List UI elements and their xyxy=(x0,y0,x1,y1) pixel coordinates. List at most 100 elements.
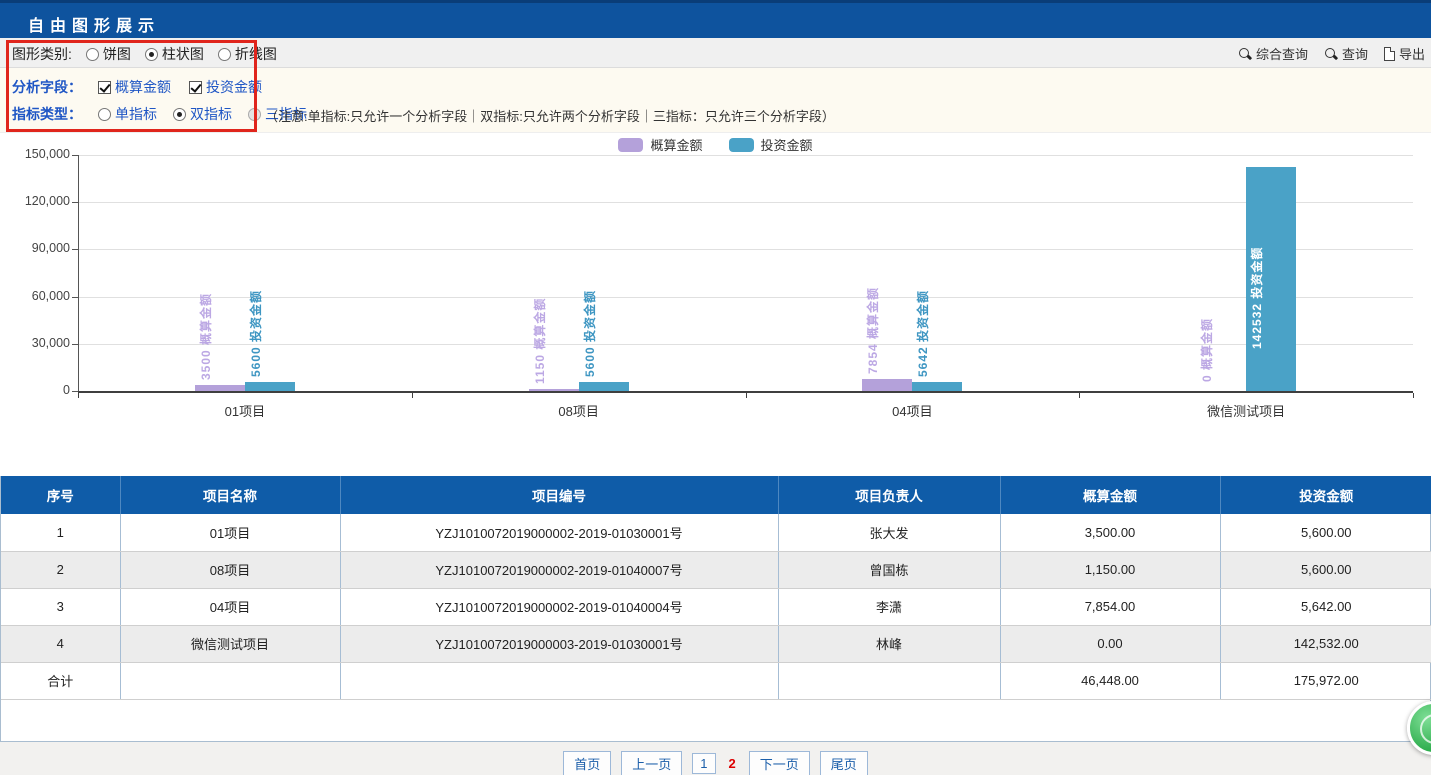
table-cell: 3,500.00 xyxy=(1000,514,1220,551)
column-header-序号: 序号 xyxy=(1,476,120,514)
radio-icon xyxy=(86,48,99,61)
footer-bar: 首页上一页12下一页尾页 xyxy=(0,742,1431,775)
indicator-type-radio-双指标[interactable]: 双指标 xyxy=(173,104,232,124)
y-axis-label: 120,000 xyxy=(0,194,70,208)
chart-gridline xyxy=(78,249,1413,250)
chart-type-radio-饼图[interactable]: 饼图 xyxy=(86,44,131,64)
bar-value-label: 0 概算金额 xyxy=(1200,318,1214,382)
toolbar-actions: 综合查询 查询 导出 xyxy=(1238,44,1425,63)
action-综合查询[interactable]: 综合查询 xyxy=(1238,44,1308,63)
total-cell xyxy=(120,662,340,699)
pagination-首页[interactable]: 首页 xyxy=(563,751,611,775)
bar-value-label: 1150 概算金额 xyxy=(533,298,547,384)
indicator-type-row: 指标类型： 单指标双指标三指标 xyxy=(12,104,307,124)
table-cell: 4 xyxy=(1,625,120,662)
search-icon xyxy=(1238,47,1252,61)
table-cell: 张大发 xyxy=(778,514,1000,551)
total-cell xyxy=(340,662,778,699)
table-cell: YZJ1010072019000002-2019-01040007号 xyxy=(340,551,778,588)
app-window: 自由图形展示 图形类别: 饼图柱状图折线图 综合查询查询导出 分析字段： 概算金… xyxy=(0,0,1431,775)
chart-type-label: 图形类别: xyxy=(12,44,72,64)
table-cell: 5,600.00 xyxy=(1220,551,1431,588)
action-label: 综合查询 xyxy=(1256,44,1308,63)
y-axis-label: 60,000 xyxy=(0,289,70,303)
action-查询[interactable]: 查询 xyxy=(1324,44,1368,63)
analysis-field-checkboxes: 概算金额 投资金额 xyxy=(98,77,262,97)
table-cell: 7,854.00 xyxy=(1000,588,1220,625)
table-cell: YZJ1010072019000002-2019-01040004号 xyxy=(340,588,778,625)
table-cell: 142,532.00 xyxy=(1220,625,1431,662)
total-cell xyxy=(778,662,1000,699)
analysis-field-checkbox-概算金额[interactable]: 概算金额 xyxy=(98,77,171,97)
options-panel: 分析字段： 概算金额投资金额 指标类型： 单指标双指标三指标 （注意:单指标:只… xyxy=(0,68,1431,133)
checkbox-icon xyxy=(189,81,202,94)
table-cell: 04项目 xyxy=(120,588,340,625)
y-axis-label: 30,000 xyxy=(0,336,70,350)
x-axis-tick xyxy=(1079,393,1080,398)
chart-bar-概算金额 xyxy=(529,389,579,391)
pagination-尾页[interactable]: 尾页 xyxy=(820,751,868,775)
bar-value-label: 142532 投资金额 xyxy=(1250,247,1264,349)
chart-gridline xyxy=(78,155,1413,156)
usage-note: （注意:单指标:只允许一个分析字段｜双指标:只允许两个分析字段｜三指标：只允许三… xyxy=(265,106,835,125)
page-header: 自由图形展示 xyxy=(0,0,1431,38)
bar-chart: 概算金额投资金额 030,00060,00090,000120,000150,0… xyxy=(0,133,1431,476)
toolbar: 图形类别: 饼图柱状图 折线图 综合查询 查询 导出 xyxy=(0,38,1431,68)
y-axis-line xyxy=(78,155,79,391)
indicator-type-radio-单指标[interactable]: 单指标 xyxy=(98,104,157,124)
column-header-项目负责人: 项目负责人 xyxy=(778,476,1000,514)
table-cell: 3 xyxy=(1,588,120,625)
action-label: 查询 xyxy=(1342,44,1368,63)
chart-type-group: 图形类别: 饼图柱状图 折线图 xyxy=(12,44,277,64)
bar-value-label: 3500 概算金额 xyxy=(199,293,213,380)
chart-bar-投资金额 xyxy=(245,382,295,391)
chart-type-radio-label: 饼图 xyxy=(103,44,131,64)
table-cell: YZJ1010072019000003-2019-01030001号 xyxy=(340,625,778,662)
radio-icon xyxy=(173,108,186,121)
bar-value-label: 5642 投资金额 xyxy=(916,290,930,377)
table-row: 304项目YZJ1010072019000002-2019-01040004号李… xyxy=(1,588,1431,625)
chart-bar-投资金额 xyxy=(912,382,962,391)
analysis-field-label: 概算金额 xyxy=(115,77,171,97)
y-axis-label: 150,000 xyxy=(0,147,70,161)
legend-swatch xyxy=(618,138,643,152)
table-cell: 曾国栋 xyxy=(778,551,1000,588)
chart-type-radios: 饼图柱状图 折线图 xyxy=(86,44,277,64)
pagination-下一页[interactable]: 下一页 xyxy=(749,751,810,775)
table-cell: 2 xyxy=(1,551,120,588)
legend-item-概算金额: 概算金额 xyxy=(618,135,702,154)
chart-type-radio-柱状图[interactable]: 柱状图 xyxy=(145,44,204,64)
analysis-field-checkbox-投资金额[interactable]: 投资金额 xyxy=(189,77,262,97)
pagination: 首页上一页12下一页尾页 xyxy=(0,751,1431,775)
table-cell: 08项目 xyxy=(120,551,340,588)
action-导出[interactable]: 导出 xyxy=(1384,44,1425,63)
table-cell: 5,600.00 xyxy=(1220,514,1431,551)
table-cell: YZJ1010072019000002-2019-01030001号 xyxy=(340,514,778,551)
search-icon xyxy=(1324,47,1338,61)
data-table: 序号项目名称项目编号项目负责人概算金额投资金额101项目YZJ101007201… xyxy=(1,476,1431,700)
analysis-field-label: 投资金额 xyxy=(206,77,262,97)
table-header-row: 序号项目名称项目编号项目负责人概算金额投资金额 xyxy=(1,476,1431,514)
table-row: 4微信测试项目YZJ1010072019000003-2019-01030001… xyxy=(1,625,1431,662)
chart-type-radio-label: 折线图 xyxy=(235,44,277,64)
chart-type-radio-折线图[interactable]: 折线图 xyxy=(218,44,277,64)
checkbox-icon xyxy=(98,81,111,94)
table-cell: 1,150.00 xyxy=(1000,551,1220,588)
radio-icon xyxy=(218,48,231,61)
table-cell: 01项目 xyxy=(120,514,340,551)
table-cell: 微信测试项目 xyxy=(120,625,340,662)
action-label: 导出 xyxy=(1399,44,1425,63)
radio-icon xyxy=(248,108,261,121)
chart-bar-概算金额 xyxy=(862,379,912,391)
total-cell: 46,448.00 xyxy=(1000,662,1220,699)
indicator-type-label: 单指标 xyxy=(115,104,157,124)
pagination-1[interactable]: 1 xyxy=(692,753,715,774)
table-cell: 0.00 xyxy=(1000,625,1220,662)
chart-legend: 概算金额投资金额 xyxy=(0,135,1431,154)
column-header-项目编号: 项目编号 xyxy=(340,476,778,514)
chart-gridline xyxy=(78,202,1413,203)
table-cell: 李潇 xyxy=(778,588,1000,625)
pagination-上一页[interactable]: 上一页 xyxy=(621,751,682,775)
x-category-label: 08项目 xyxy=(558,401,598,420)
page-title: 自由图形展示 xyxy=(28,12,160,36)
